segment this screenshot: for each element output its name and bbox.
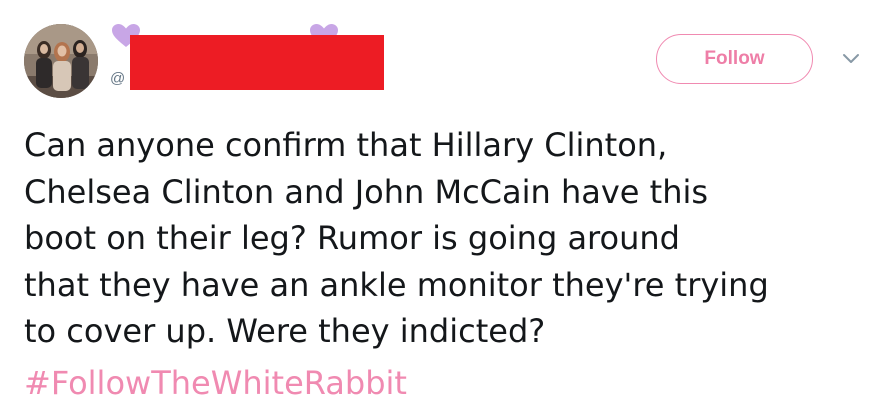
tweet-line: that they have an ankle monitor they're …: [24, 265, 769, 304]
user-avatar[interactable]: [24, 24, 98, 98]
tweet-body: Can anyone confirm that Hillary Clinton,…: [24, 122, 874, 355]
tweet-line: Chelsea Clinton and John McCain have thi…: [24, 172, 709, 211]
avatar-photo: [24, 24, 98, 98]
tweet-line: to cover up. Were they indicted?: [24, 312, 546, 350]
user-handle[interactable]: @: [110, 70, 125, 87]
hashtag-link[interactable]: #FollowTheWhiteRabbit: [24, 360, 407, 407]
redaction-block: [130, 35, 384, 90]
tweet-line: boot on their leg? Rumor is going around: [24, 219, 680, 257]
tweet-card: @ Follow Can anyone confirm that Hillary…: [0, 0, 883, 415]
chevron-down-icon[interactable]: [840, 50, 862, 68]
tweet-line: Can anyone confirm that Hillary Clinton,: [24, 126, 668, 164]
follow-button[interactable]: Follow: [656, 34, 813, 84]
